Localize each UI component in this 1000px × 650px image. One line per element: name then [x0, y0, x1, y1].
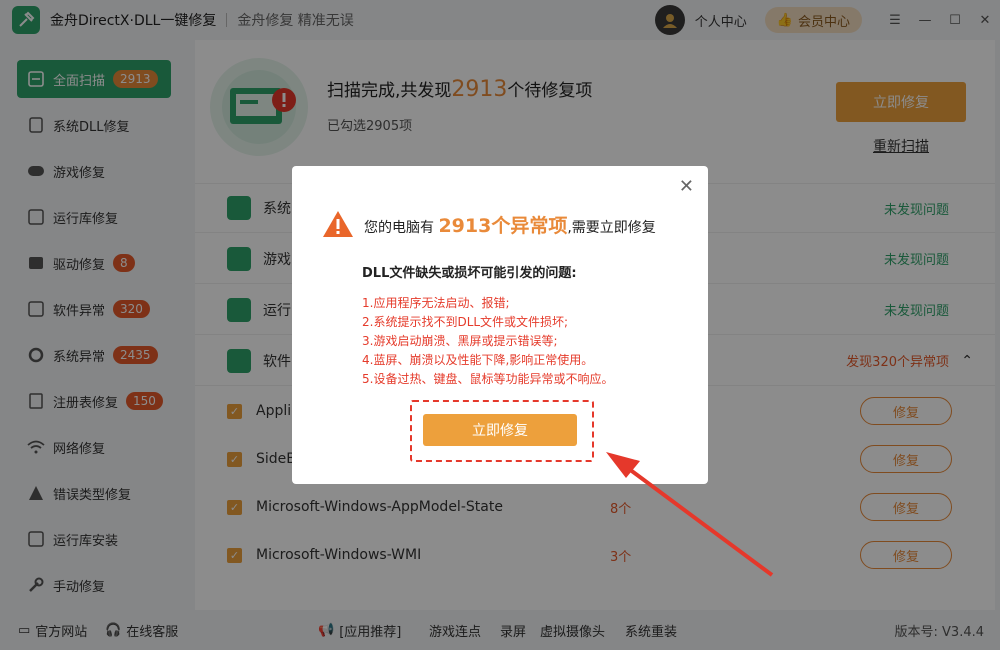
annotation-arrow-icon [606, 452, 774, 577]
